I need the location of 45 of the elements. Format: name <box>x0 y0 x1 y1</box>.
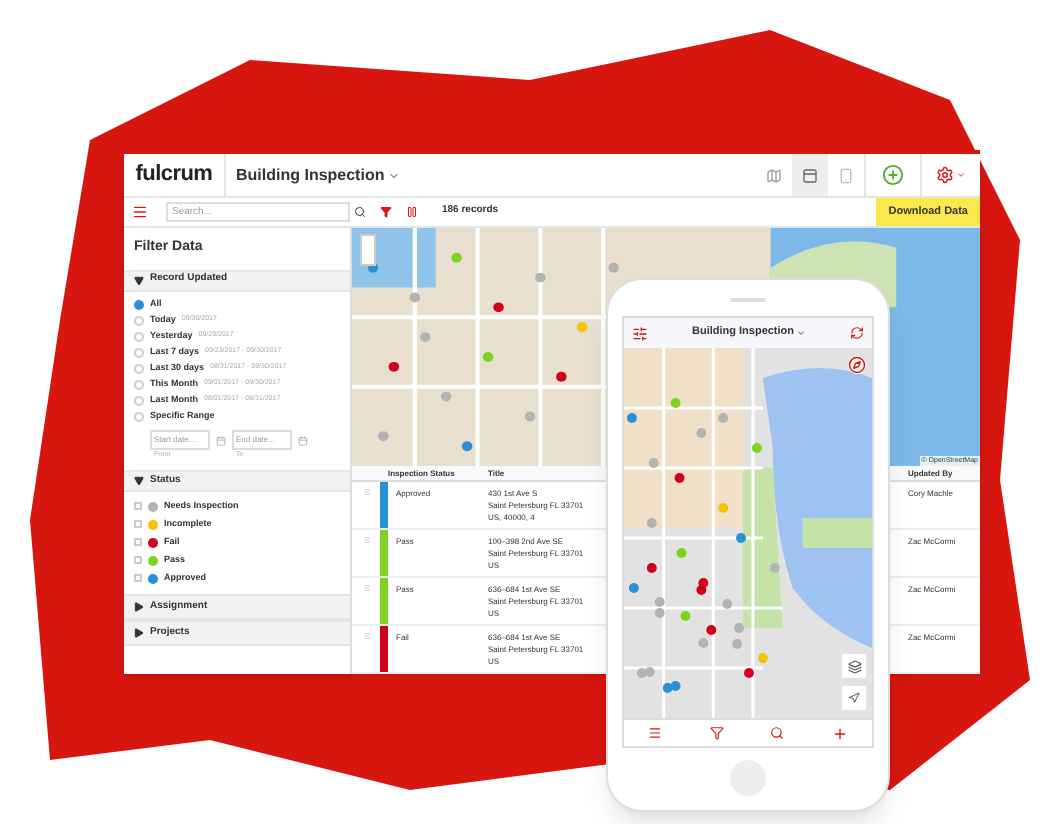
radio-button[interactable] <box>134 299 144 309</box>
pause-icon[interactable] <box>406 206 418 218</box>
checkbox[interactable] <box>134 574 142 583</box>
row-handle-icon[interactable] <box>361 536 371 544</box>
settings-icon[interactable] <box>936 166 954 184</box>
row-handle-icon[interactable] <box>361 584 371 592</box>
radio-button[interactable] <box>134 363 144 373</box>
layers-icon[interactable] <box>847 659 861 673</box>
caret-icon <box>134 475 144 486</box>
panel-icon[interactable] <box>802 167 818 183</box>
checkbox[interactable] <box>134 556 142 565</box>
radio-button[interactable] <box>134 315 144 325</box>
row-handle-icon[interactable] <box>361 488 371 496</box>
filter-icon[interactable] <box>380 206 392 218</box>
list-icon[interactable] <box>647 726 662 740</box>
location-button[interactable] <box>842 686 866 710</box>
filter-icon[interactable] <box>709 726 724 740</box>
add-icon[interactable] <box>882 164 904 186</box>
phone-icon[interactable] <box>838 167 854 183</box>
caret-icon <box>134 275 144 285</box>
caret-icon[interactable] <box>388 169 401 181</box>
calendar-icon[interactable] <box>298 435 308 446</box>
calendar-icon[interactable] <box>216 435 226 446</box>
app-title[interactable]: Building Inspection <box>236 163 385 187</box>
layers-button[interactable] <box>842 654 866 678</box>
search-icon[interactable] <box>354 206 366 218</box>
caret-icon <box>134 627 144 638</box>
checkbox[interactable] <box>134 502 142 511</box>
radio-button[interactable] <box>134 411 144 421</box>
search-icon[interactable] <box>770 726 785 740</box>
caret-icon[interactable] <box>956 170 966 180</box>
radio-button[interactable] <box>134 347 144 357</box>
map-icon[interactable] <box>766 167 782 183</box>
menu-icon[interactable] <box>132 204 148 220</box>
location-icon[interactable] <box>848 692 860 704</box>
add-icon[interactable] <box>832 725 849 741</box>
checkbox[interactable] <box>134 538 142 547</box>
checkbox[interactable] <box>134 520 142 529</box>
split-view-button[interactable] <box>792 154 828 196</box>
row-handle-icon[interactable] <box>361 632 371 640</box>
caret-icon <box>134 601 144 612</box>
radio-button[interactable] <box>134 331 144 341</box>
radio-button[interactable] <box>134 395 144 405</box>
radio-button[interactable] <box>134 379 144 389</box>
app-logo: fulcrum <box>133 160 215 191</box>
